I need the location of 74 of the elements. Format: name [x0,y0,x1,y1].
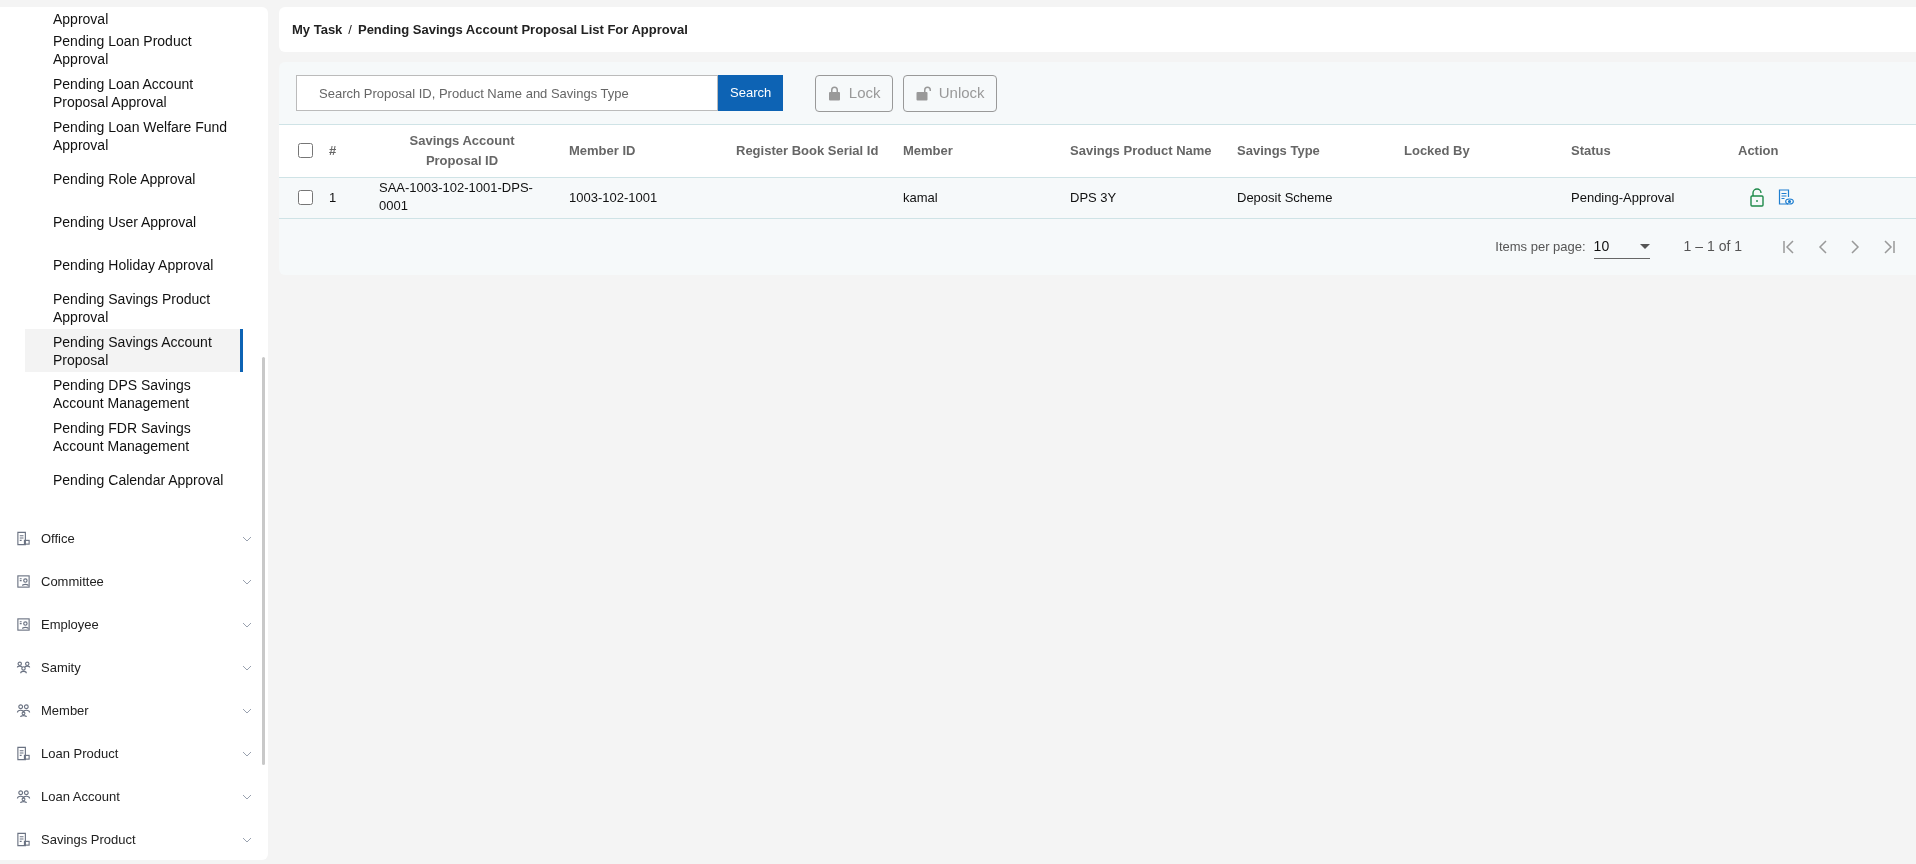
table-cell: Pending-Approval [1571,189,1675,205]
table-cell-text: SAA-1003-102-1001-DPS-0001 [379,179,534,216]
column-header: Member [903,143,953,159]
dropdown-icon [1639,243,1650,249]
sidebar-item[interactable]: Pending Holiday Approval [25,243,243,286]
next-page-icon[interactable] [1850,239,1860,254]
sidebar-group[interactable]: Committee [0,560,268,603]
column-header: Member ID [569,143,636,159]
sidebar-item[interactable]: Pending Role Approval [25,157,243,200]
lock-icon [827,85,841,101]
column-header: Savings Account Proposal ID [408,132,516,170]
group-label: Office [41,529,76,548]
breadcrumb-separator: / [348,20,352,39]
sidebar-item[interactable]: Pending Loan Product Approval [25,28,243,71]
select-all-checkbox[interactable] [298,143,313,159]
contact-card-icon [16,617,31,632]
sidebar-item[interactable]: Pending Savings Product Approval [25,286,243,329]
unlock-icon [915,85,931,101]
table-row[interactable]: 1 SAA-1003-102-1001-DPS-0001 1003-102-1001 kamal DPS 3Y Deposit Scheme Pending-Approval [279,177,1916,219]
sidebar-item[interactable]: Pending Loan Welfare Fund Approval [25,114,243,157]
sidebar-group[interactable]: Loan Product [0,732,268,775]
first-page-icon[interactable] [1782,239,1796,254]
sidebar-item[interactable]: Pending FDR Savings Account Management [25,415,243,458]
unlock-icon[interactable] [1750,188,1764,208]
column-header: Action [1738,143,1779,159]
sidebar-group[interactable]: Office [0,517,268,560]
sidebar-group[interactable]: Samity [0,646,268,689]
scrollbar[interactable] [262,357,265,765]
search-field[interactable]: Search Proposal ID, Product Name and Savings Type [296,75,718,112]
people-icon [16,789,31,804]
document-icon [16,746,31,761]
group-label: Loan Product [41,744,120,763]
page-size-select[interactable]: 10 [1593,234,1650,259]
row-checkbox[interactable] [298,190,313,206]
column-header: Locked By [1404,143,1470,159]
sidebar-item[interactable]: Pending Calendar Approval [25,458,243,501]
group-label: Committee [41,572,105,591]
sidebar-group[interactable]: Loan Account [0,775,268,818]
breadcrumb-current: Pending Savings Account Proposal List For Approval [357,20,688,39]
group-label: Employee [41,615,100,634]
sidebar-group[interactable]: Savings Product [0,818,268,860]
table-cell: DPS 3Y [1070,189,1117,205]
column-header: Status [1571,143,1611,159]
group-label: Samity [41,658,82,677]
column-header: Savings Type [1237,143,1320,159]
breadcrumb-link[interactable]: My Task [292,19,343,40]
group-label: Loan Account [41,787,121,806]
document-view-icon[interactable] [1778,189,1794,207]
sidebar-group[interactable]: Employee [0,603,268,646]
table-cell: 1 [329,189,337,205]
group-label: Member [41,701,90,720]
column-header: Savings Product Name [1070,143,1212,159]
table-cell: Deposit Scheme [1237,189,1333,205]
group-label: Savings Product [41,830,137,849]
sidebar-item[interactable]: Approval [25,7,243,28]
people-icon [16,703,31,718]
table-cell: kamal [903,189,938,205]
sidebar-item[interactable]: Pending DPS Savings Account Management [25,372,243,415]
page-range: 1 – 1 of 1 [1683,237,1742,257]
contact-card-icon [16,574,31,589]
sidebar-item[interactable]: Pending Savings Account Proposal [25,329,243,372]
sidebar-item[interactable]: Pending User Approval [25,200,243,243]
previous-page-icon[interactable] [1818,239,1828,254]
sidebar-group[interactable]: Member [0,689,268,732]
table-cell: 1003-102-1001 [569,189,658,205]
search-button[interactable]: Search [718,75,784,112]
document-icon [16,832,31,847]
column-header: Register Book Serial Id [736,143,879,159]
document-icon [16,531,31,546]
group-icon [16,660,31,675]
items-per-page-label: Items per page: [1495,238,1586,257]
last-page-icon[interactable] [1882,239,1896,254]
column-header: # [329,143,337,159]
sidebar-item[interactable]: Pending Loan Account Proposal Approval [25,71,243,114]
